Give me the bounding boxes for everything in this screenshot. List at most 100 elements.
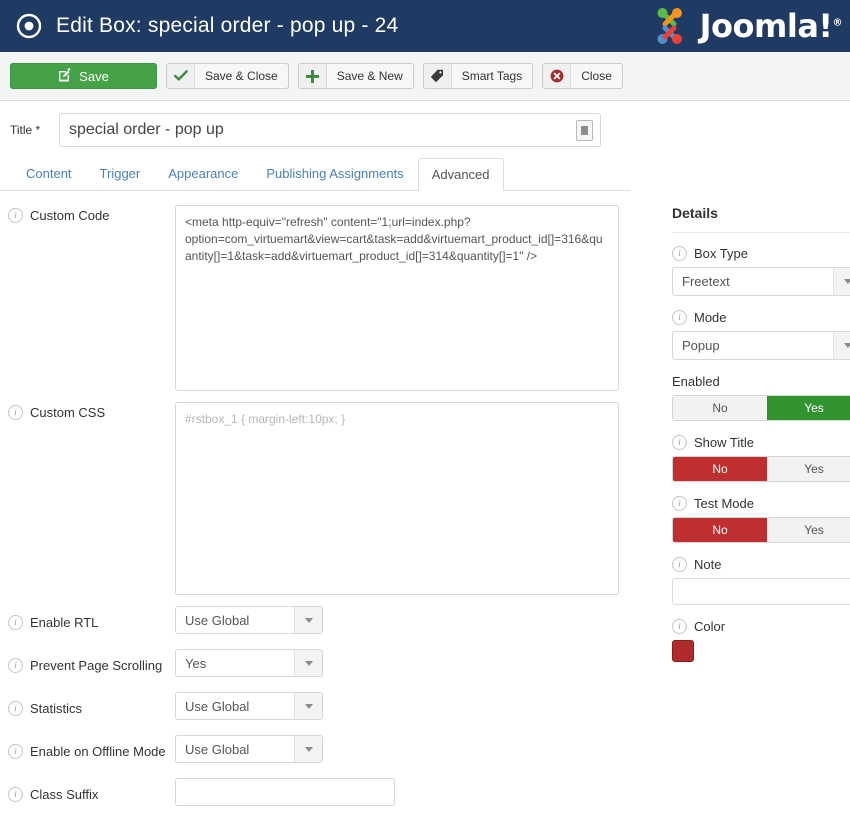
field-show-title: i Show Title No Yes	[672, 435, 850, 482]
show-title-toggle-no[interactable]: No	[673, 457, 767, 481]
statistics-value: Use Global	[185, 698, 250, 714]
field-enable-offline-mode: i Enable on Offline Mode Use Global	[0, 735, 660, 767]
joomla-wordmark: Joomla!®	[700, 7, 843, 45]
pencil-square-icon	[58, 67, 72, 85]
test-mode-toggle-no[interactable]: No	[673, 518, 767, 542]
tab-trigger[interactable]: Trigger	[86, 157, 155, 190]
info-icon[interactable]: i	[672, 619, 687, 634]
custom-css-label-text: Custom CSS	[30, 405, 106, 420]
save-new-button[interactable]: Save & New	[297, 63, 414, 89]
info-icon[interactable]: i	[672, 557, 687, 572]
statistics-label-text: Statistics	[30, 700, 83, 716]
info-icon[interactable]: i	[8, 700, 23, 716]
info-icon[interactable]: i	[8, 743, 23, 759]
field-custom-css: i Custom CSS	[0, 402, 660, 595]
article-badge-icon	[576, 120, 593, 141]
field-custom-code: i Custom Code	[0, 205, 660, 391]
joomla-pinwheel-icon	[652, 6, 696, 46]
info-icon[interactable]: i	[8, 405, 23, 420]
title-row: Title *	[0, 101, 850, 147]
chevron-down-icon	[294, 650, 322, 676]
enable-rtl-select[interactable]: Use Global	[175, 606, 323, 634]
mode-label-text: Mode	[694, 310, 727, 325]
save-button[interactable]: Save	[10, 63, 157, 89]
class-suffix-input[interactable]	[175, 778, 395, 806]
note-label: i Note	[672, 557, 850, 572]
title-field-label: Title *	[10, 123, 41, 137]
plus-icon	[298, 64, 327, 88]
mode-select[interactable]: Popup	[672, 331, 850, 360]
class-suffix-label: i Class Suffix	[0, 778, 175, 810]
joomla-logo: Joomla!®	[652, 4, 842, 48]
custom-css-textarea[interactable]	[175, 402, 619, 595]
info-icon[interactable]: i	[8, 657, 23, 673]
registered-mark: ®	[832, 17, 843, 29]
prevent-page-scrolling-label-text: Prevent Page Scrolling	[30, 657, 163, 673]
enabled-toggle-no[interactable]: No	[673, 396, 767, 420]
tag-icon	[423, 64, 452, 88]
enabled-toggle[interactable]: No Yes	[672, 395, 850, 421]
enabled-toggle-yes[interactable]: Yes	[767, 396, 850, 420]
box-type-label-text: Box Type	[694, 246, 748, 261]
tab-publishing-assignments[interactable]: Publishing Assignments	[252, 157, 417, 190]
field-class-suffix: i Class Suffix	[0, 778, 660, 810]
tab-appearance[interactable]: Appearance	[154, 157, 252, 190]
body-wrap: i Custom Code i Custom CSS i Enable RTL …	[0, 191, 850, 821]
field-enabled: Enabled No Yes	[672, 374, 850, 421]
prevent-page-scrolling-value: Yes	[185, 655, 207, 671]
info-icon[interactable]: i	[8, 614, 23, 630]
show-title-toggle-yes[interactable]: Yes	[767, 457, 850, 481]
chevron-down-icon	[294, 693, 322, 719]
box-type-label: i Box Type	[672, 246, 850, 261]
circle-x-icon	[543, 64, 572, 88]
test-mode-label-text: Test Mode	[694, 496, 754, 511]
tab-advanced[interactable]: Advanced	[417, 158, 504, 191]
color-swatch[interactable]	[672, 640, 694, 662]
title-input-wrap	[59, 113, 601, 147]
note-input[interactable]	[672, 578, 850, 605]
show-title-toggle[interactable]: No Yes	[672, 456, 850, 482]
page-title: Edit Box: special order - pop up - 24	[56, 14, 399, 37]
tab-content[interactable]: Content	[12, 157, 86, 190]
chevron-down-icon	[294, 607, 322, 633]
statistics-select[interactable]: Use Global	[175, 692, 323, 720]
field-test-mode: i Test Mode No Yes	[672, 496, 850, 543]
info-icon[interactable]: i	[672, 246, 687, 261]
details-panel: Details i Box Type Freetext i Mode Popup	[660, 191, 850, 821]
custom-code-textarea[interactable]	[175, 205, 619, 391]
test-mode-label: i Test Mode	[672, 496, 850, 511]
title-input[interactable]	[59, 113, 601, 147]
chevron-down-icon	[833, 268, 850, 295]
advanced-tab-panel: i Custom Code i Custom CSS i Enable RTL …	[0, 191, 660, 821]
info-icon[interactable]: i	[672, 310, 687, 325]
save-close-button[interactable]: Save & Close	[166, 63, 289, 89]
test-mode-toggle[interactable]: No Yes	[672, 517, 850, 543]
enable-rtl-label: i Enable RTL	[0, 606, 175, 638]
info-icon[interactable]: i	[672, 496, 687, 511]
class-suffix-label-text: Class Suffix	[30, 786, 99, 802]
app-header: Edit Box: special order - pop up - 24 Jo…	[0, 0, 850, 52]
field-color: i Color	[672, 619, 850, 662]
field-statistics: i Statistics Use Global	[0, 692, 660, 724]
enable-offline-mode-select[interactable]: Use Global	[175, 735, 323, 763]
info-icon[interactable]: i	[8, 786, 23, 802]
box-type-select[interactable]: Freetext	[672, 267, 850, 296]
test-mode-toggle-yes[interactable]: Yes	[767, 518, 850, 542]
info-icon[interactable]: i	[8, 208, 23, 223]
info-icon[interactable]: i	[672, 435, 687, 450]
save-close-label: Save & Close	[205, 69, 278, 83]
smart-tags-button[interactable]: Smart Tags	[422, 63, 534, 89]
check-icon	[167, 64, 195, 88]
chevron-down-icon	[294, 736, 322, 762]
color-label-text: Color	[694, 619, 726, 634]
field-box-type: i Box Type Freetext	[672, 246, 850, 296]
prevent-page-scrolling-label: i Prevent Page Scrolling	[0, 649, 175, 681]
enabled-label-text: Enabled	[672, 374, 720, 389]
prevent-page-scrolling-select[interactable]: Yes	[175, 649, 323, 677]
close-button[interactable]: Close	[542, 63, 623, 89]
details-heading: Details	[672, 205, 850, 233]
close-label: Close	[581, 69, 612, 83]
enable-offline-mode-label-text: Enable on Offline Mode	[30, 743, 166, 759]
enable-rtl-value: Use Global	[185, 612, 250, 628]
show-title-label: i Show Title	[672, 435, 850, 450]
